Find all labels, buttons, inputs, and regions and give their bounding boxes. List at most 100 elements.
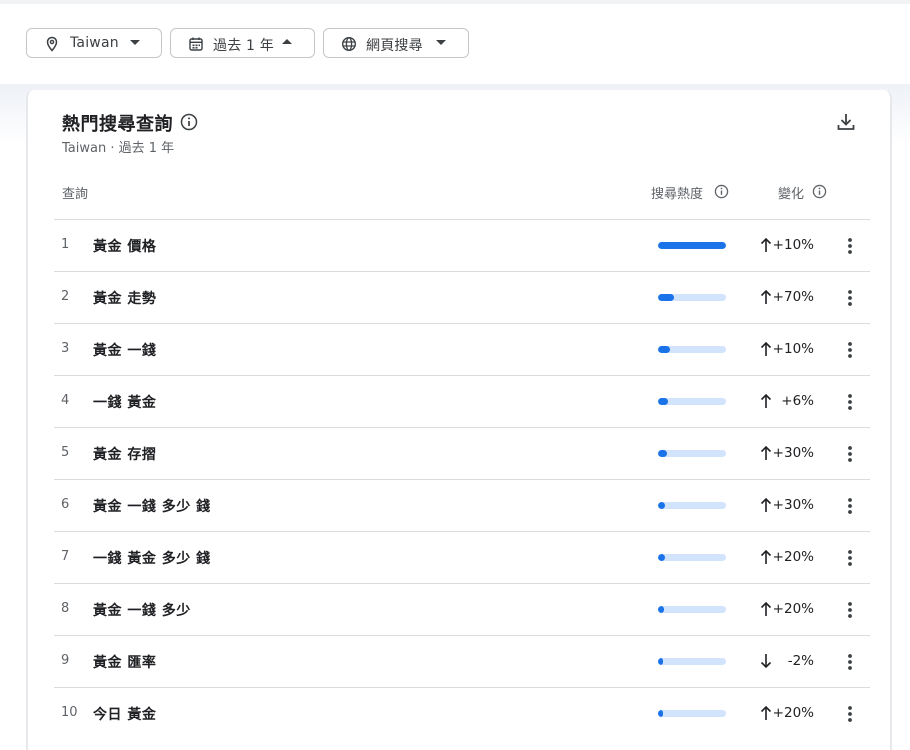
interest-bar bbox=[658, 398, 726, 405]
more-vert-icon[interactable] bbox=[842, 549, 858, 567]
table-row[interactable]: 5 黃金 存摺 +30% bbox=[54, 427, 870, 479]
interest-bar-fill bbox=[658, 398, 669, 405]
change-value: +10% bbox=[772, 237, 814, 253]
interest-bar-fill bbox=[658, 450, 667, 457]
table-row[interactable]: 7 一錢 黃金 多少 錢 +20% bbox=[54, 531, 870, 583]
interest-bar bbox=[658, 710, 726, 717]
row-rank: 9 bbox=[61, 653, 70, 668]
info-icon[interactable] bbox=[812, 184, 827, 199]
card-title: 熱門搜尋查詢 bbox=[62, 114, 173, 135]
arrow-up-icon bbox=[760, 289, 772, 304]
table-row[interactable]: 3 黃金 一錢 +10% bbox=[54, 323, 870, 375]
globe-icon bbox=[341, 36, 357, 52]
row-rank: 2 bbox=[61, 289, 70, 304]
interest-bar bbox=[658, 658, 726, 665]
query-text: 一錢 黃金 bbox=[93, 395, 157, 411]
top-queries-card: 熱門搜尋查詢 Taiwan · 過去 1 年 查詢 搜尋熱度 變化 1 黃金 價格… bbox=[26, 90, 892, 750]
query-text: 一錢 黃金 多少 錢 bbox=[93, 551, 211, 567]
filter-bar: Taiwan 過去 1 年 網頁搜尋 bbox=[0, 4, 910, 84]
query-text: 黃金 一錢 多少 錢 bbox=[93, 499, 211, 515]
row-rank: 7 bbox=[61, 549, 70, 564]
change-value: -2% bbox=[787, 653, 814, 669]
change-value: +30% bbox=[772, 497, 814, 513]
more-vert-icon[interactable] bbox=[842, 497, 858, 515]
interest-bar-fill bbox=[658, 554, 665, 561]
arrow-up-icon bbox=[760, 705, 772, 720]
interest-bar bbox=[658, 554, 726, 561]
table-row[interactable]: 9 黃金 匯率 -2% bbox=[54, 635, 870, 687]
location-filter-chip[interactable]: Taiwan bbox=[26, 28, 162, 58]
change-value: +10% bbox=[772, 341, 814, 357]
arrow-up-icon bbox=[760, 601, 772, 616]
row-rank: 10 bbox=[61, 705, 78, 720]
time-range-filter-chip[interactable]: 過去 1 年 bbox=[170, 28, 315, 58]
search-type-filter-label: 網頁搜尋 bbox=[366, 38, 423, 54]
interest-bar bbox=[658, 242, 726, 249]
query-text: 黃金 一錢 bbox=[93, 343, 157, 359]
table-row[interactable]: 8 黃金 一錢 多少 +20% bbox=[54, 583, 870, 635]
column-header-query: 查詢 bbox=[62, 187, 89, 202]
card-subtitle: Taiwan · 過去 1 年 bbox=[62, 141, 175, 156]
change-value: +70% bbox=[772, 289, 814, 305]
more-vert-icon[interactable] bbox=[842, 237, 858, 255]
arrow-up-icon bbox=[760, 497, 772, 512]
interest-bar-fill bbox=[658, 294, 674, 301]
row-rank: 8 bbox=[61, 601, 70, 616]
location-filter-label: Taiwan bbox=[70, 35, 119, 51]
arrow-down-icon bbox=[760, 654, 772, 669]
chevron-down-icon bbox=[436, 40, 446, 45]
change-value: +20% bbox=[772, 549, 814, 565]
column-header-change: 變化 bbox=[778, 187, 805, 202]
change-value: +20% bbox=[772, 705, 814, 721]
query-text: 黃金 一錢 多少 bbox=[93, 603, 191, 619]
interest-bar bbox=[658, 502, 726, 509]
info-icon[interactable] bbox=[714, 184, 729, 199]
interest-bar-fill bbox=[658, 658, 664, 665]
more-vert-icon[interactable] bbox=[842, 705, 858, 723]
interest-bar-fill bbox=[658, 346, 670, 353]
chevron-down-icon bbox=[130, 40, 140, 45]
arrow-up-icon bbox=[760, 341, 772, 356]
interest-bar bbox=[658, 606, 726, 613]
arrow-up-icon bbox=[760, 445, 772, 460]
more-vert-icon[interactable] bbox=[842, 341, 858, 359]
calendar-icon bbox=[189, 37, 203, 51]
table-row[interactable]: 4 一錢 黃金 +6% bbox=[54, 375, 870, 427]
row-rank: 4 bbox=[61, 393, 70, 408]
download-icon[interactable] bbox=[836, 112, 856, 132]
time-range-filter-label: 過去 1 年 bbox=[213, 38, 275, 54]
arrow-up-icon bbox=[760, 237, 772, 252]
more-vert-icon[interactable] bbox=[842, 393, 858, 411]
row-rank: 1 bbox=[61, 237, 70, 252]
interest-bar-fill bbox=[658, 502, 666, 509]
more-vert-icon[interactable] bbox=[842, 601, 858, 619]
row-rank: 3 bbox=[61, 341, 70, 356]
column-header-interest: 搜尋熱度 bbox=[651, 187, 704, 202]
change-value: +30% bbox=[772, 445, 814, 461]
interest-bar-fill bbox=[658, 242, 726, 249]
more-vert-icon[interactable] bbox=[842, 445, 858, 463]
change-value: +6% bbox=[781, 393, 814, 409]
change-value: +20% bbox=[772, 601, 814, 617]
table-row[interactable]: 10 今日 黃金 +20% bbox=[54, 687, 870, 739]
query-text: 黃金 存摺 bbox=[93, 447, 157, 463]
query-text: 今日 黃金 bbox=[93, 707, 157, 723]
query-text: 黃金 價格 bbox=[93, 239, 157, 255]
row-rank: 5 bbox=[61, 445, 70, 460]
interest-bar-fill bbox=[658, 710, 664, 717]
interest-bar-fill bbox=[658, 606, 665, 613]
more-vert-icon[interactable] bbox=[842, 653, 858, 671]
query-text: 黃金 走勢 bbox=[93, 291, 157, 307]
search-type-filter-chip[interactable]: 網頁搜尋 bbox=[323, 28, 469, 58]
table-row[interactable]: 2 黃金 走勢 +70% bbox=[54, 271, 870, 323]
info-icon[interactable] bbox=[180, 113, 198, 131]
arrow-up-icon bbox=[760, 549, 772, 564]
location-pin-icon bbox=[46, 36, 58, 52]
interest-bar bbox=[658, 294, 726, 301]
chevron-up-icon bbox=[282, 39, 292, 44]
more-vert-icon[interactable] bbox=[842, 289, 858, 307]
interest-bar bbox=[658, 346, 726, 353]
table-row[interactable]: 1 黃金 價格 +10% bbox=[54, 219, 870, 271]
query-text: 黃金 匯率 bbox=[93, 655, 157, 671]
table-row[interactable]: 6 黃金 一錢 多少 錢 +30% bbox=[54, 479, 870, 531]
